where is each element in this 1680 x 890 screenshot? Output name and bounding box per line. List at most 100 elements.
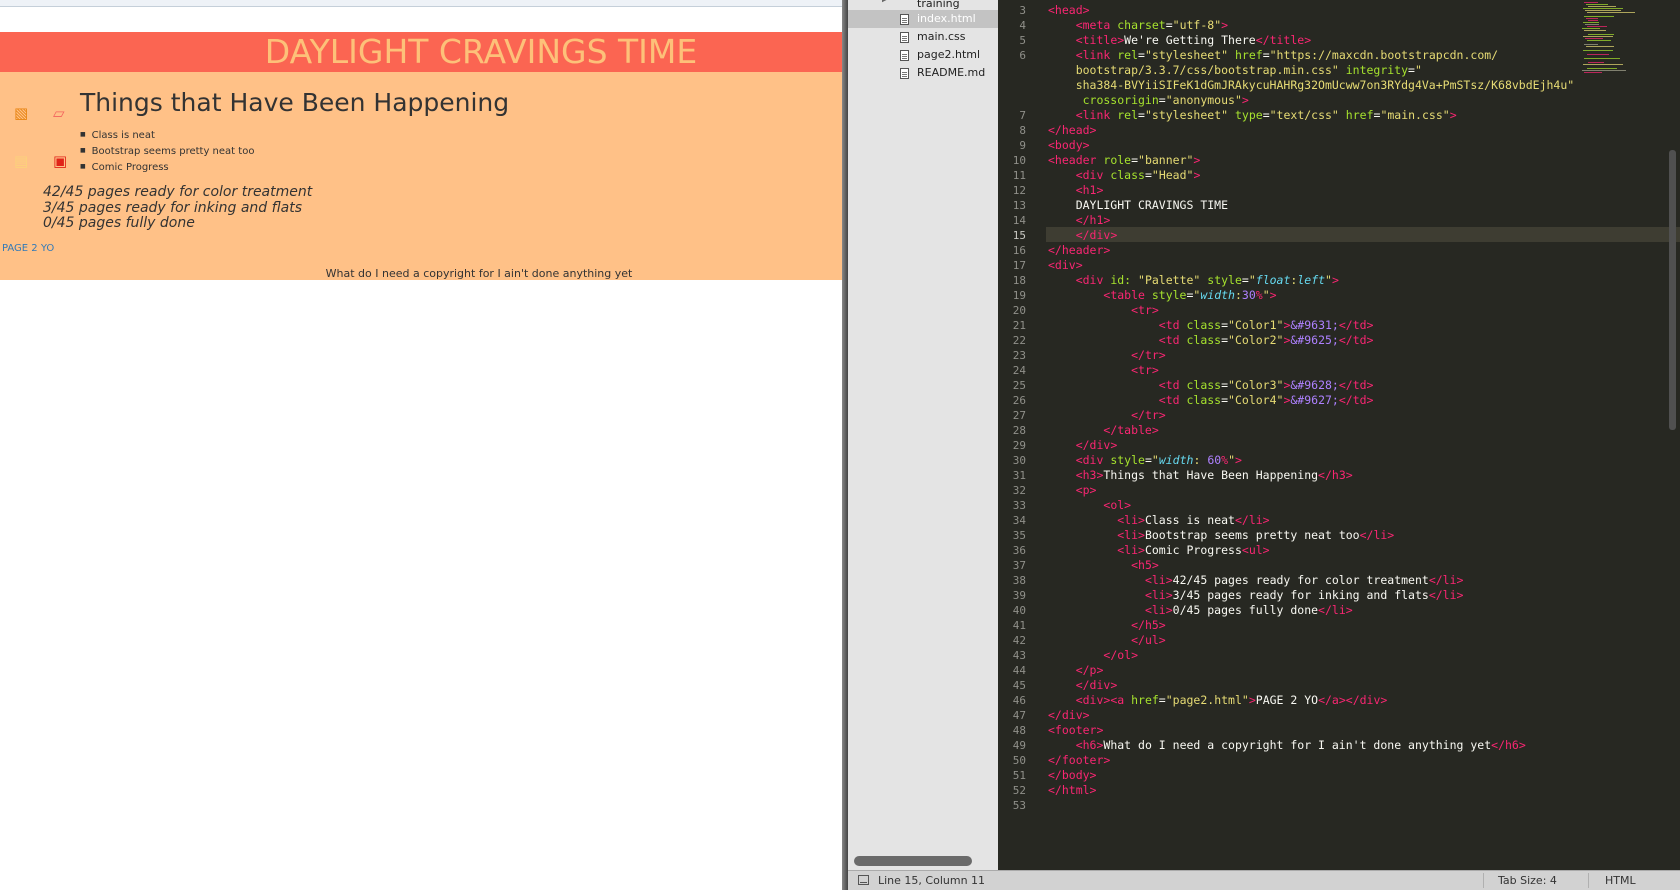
code-line[interactable]: </ol> [1048,648,1138,663]
line-number: 47 [1012,709,1026,722]
code-line[interactable]: <li>42/45 pages ready for color treatmen… [1048,573,1464,588]
minimap-line [1588,62,1604,63]
status-separator [1483,873,1484,888]
code-line[interactable]: </head> [1048,123,1096,138]
code-line[interactable]: <td class="Color2">&#9625;</td> [1048,333,1374,348]
code-line[interactable]: <td class="Color1">&#9631;</td> [1048,318,1374,333]
code-line[interactable]: </footer> [1048,753,1110,768]
line-number: 26 [1012,394,1026,407]
line-number: 8 [1019,124,1026,137]
code-line[interactable]: <h5> [1048,558,1159,573]
code-line[interactable]: <link rel="stylesheet" type="text/css" h… [1048,108,1457,123]
line-number: 50 [1012,754,1026,767]
code-line[interactable]: <tr> [1048,303,1159,318]
code-line[interactable]: sha384-BVYiiSIFeK1dGmJRAkycuHAHRg32OmUcw… [1048,78,1575,93]
code-line[interactable]: <td class="Color3">&#9628;</td> [1048,378,1374,393]
code-line[interactable]: <tr> [1048,363,1159,378]
code-line[interactable]: <li>3/45 pages ready for inking and flat… [1048,588,1464,603]
line-number: 33 [1012,499,1026,512]
code-line[interactable]: <h1> [1048,183,1104,198]
panel-toggle-icon[interactable] [858,875,869,885]
cursor-position: Line 15, Column 11 [878,874,986,887]
code-line[interactable]: </html> [1048,783,1096,798]
code-line[interactable]: <div><a href="page2.html">PAGE 2 YO</a><… [1048,693,1388,708]
minimap-line [1586,46,1614,47]
line-number: 12 [1012,184,1026,197]
code-line[interactable]: </table> [1048,423,1158,438]
palette-swatch-color1: ▧ [14,104,29,122]
minimap-line [1583,36,1613,37]
browser-toolbar-strip [0,0,842,7]
line-number: 9 [1019,139,1026,152]
code-line[interactable]: </div> [1048,708,1090,723]
code-line[interactable]: <body> [1048,138,1090,153]
code-line[interactable]: <footer> [1048,723,1103,738]
code-line[interactable]: <div style="width: 60%"> [1048,453,1242,468]
code-line[interactable]: <h6>What do I need a copyright for I ain… [1048,738,1526,753]
code-line[interactable]: <div class="Head"> [1048,168,1201,183]
code-line[interactable]: </div> [1048,438,1118,453]
code-line[interactable]: </h5> [1048,618,1166,633]
minimap-line [1583,64,1623,65]
browser-viewport: DAYLIGHT CRAVINGS TIME ▧ ▱ ▤ ▣ Things th… [0,0,842,890]
syntax-selector[interactable]: HTML [1605,874,1636,887]
code-line[interactable]: </header> [1048,243,1110,258]
code-line[interactable]: </h1> [1048,213,1111,228]
code-line[interactable]: </body> [1048,768,1096,783]
code-line[interactable]: <li>0/45 pages fully done</li> [1048,603,1353,618]
code-line[interactable]: <li>Bootstrap seems pretty neat too</li> [1048,528,1394,543]
sidebar-item-main-css[interactable]: main.css [848,28,998,46]
sidebar-item-index-html[interactable]: index.html [848,10,998,28]
progress-item: 42/45 pages ready for color treatment [43,184,313,200]
sidebar-item-readme-md[interactable]: README.md [848,64,998,82]
code-line[interactable]: <div> [1048,258,1083,273]
code-line[interactable]: </tr> [1048,348,1166,363]
minimap-line [1583,22,1599,23]
line-number: 37 [1012,559,1026,572]
code-line[interactable]: </ul> [1048,633,1166,648]
code-line[interactable]: <title>We're Getting There</title> [1048,33,1311,48]
editor-vertical-scrollbar[interactable] [1669,150,1676,430]
code-line[interactable]: </tr> [1048,408,1166,423]
code-line[interactable]: </div> [1048,228,1118,243]
code-line[interactable]: <div id: "Palette" style="float:left"> [1048,273,1339,288]
comic-progress-list: 42/45 pages ready for color treatment 3/… [43,184,313,232]
folder-expand-arrow-icon[interactable]: ▶ [882,0,890,8]
code-line[interactable]: DAYLIGHT CRAVINGS TIME [1048,198,1228,213]
minimap-line [1582,28,1600,29]
code-line[interactable]: <h3>Things that Have Been Happening</h3> [1048,468,1353,483]
sidebar-item-page2-html[interactable]: page2.html [848,46,998,64]
code-line[interactable]: <table style="width:30%"> [1048,288,1276,303]
line-number: 41 [1012,619,1026,632]
minimap[interactable] [1578,0,1658,80]
sidebar-horizontal-scrollbar[interactable] [854,856,972,866]
code-line[interactable]: <head> [1048,3,1090,18]
minimap-line [1584,16,1614,17]
line-number: 35 [1012,529,1026,542]
line-number: 18 [1012,274,1026,287]
page2-link[interactable]: PAGE 2 YO [2,243,54,254]
line-number: 43 [1012,649,1026,662]
code-line[interactable]: <ol> [1048,498,1131,513]
code-line[interactable]: <li>Class is neat</li> [1048,513,1269,528]
code-line[interactable]: <link rel="stylesheet" href="https://max… [1048,48,1498,63]
list-item: Bootstrap seems pretty neat too [80,144,255,160]
code-line[interactable]: </div> [1048,678,1118,693]
code-line[interactable]: <li>Comic Progress<ul> [1048,543,1269,558]
code-line[interactable]: bootstrap/3.3.7/css/bootstrap.min.css" i… [1048,63,1422,78]
minimap-line [1588,34,1614,35]
code-line[interactable]: <p> [1048,483,1097,498]
code-line[interactable]: <meta charset="utf-8"> [1048,18,1228,33]
tab-size-selector[interactable]: Tab Size: 4 [1498,874,1557,887]
code-line[interactable]: </p> [1048,663,1104,678]
line-number: 44 [1012,664,1026,677]
code-line[interactable]: <td class="Color4">&#9627;</td> [1048,393,1374,408]
document-icon [900,14,909,25]
minimap-line [1582,70,1626,71]
code-editor[interactable]: 3 4 5 6 7 8 9 10 11 12 13 14 15 16 17 18 19 20 21 22 23 24 25 2… [998,0,1680,870]
code-line[interactable]: crossorigin="anonymous"> [1048,93,1249,108]
line-number-gutter: 3 4 5 6 7 8 9 10 11 12 13 14 15 16 17 18 19 20 21 22 23 24 25 2… [998,0,1046,870]
line-number: 25 [1012,379,1026,392]
line-number: 39 [1012,589,1026,602]
code-line[interactable]: <header role="banner"> [1048,153,1200,168]
